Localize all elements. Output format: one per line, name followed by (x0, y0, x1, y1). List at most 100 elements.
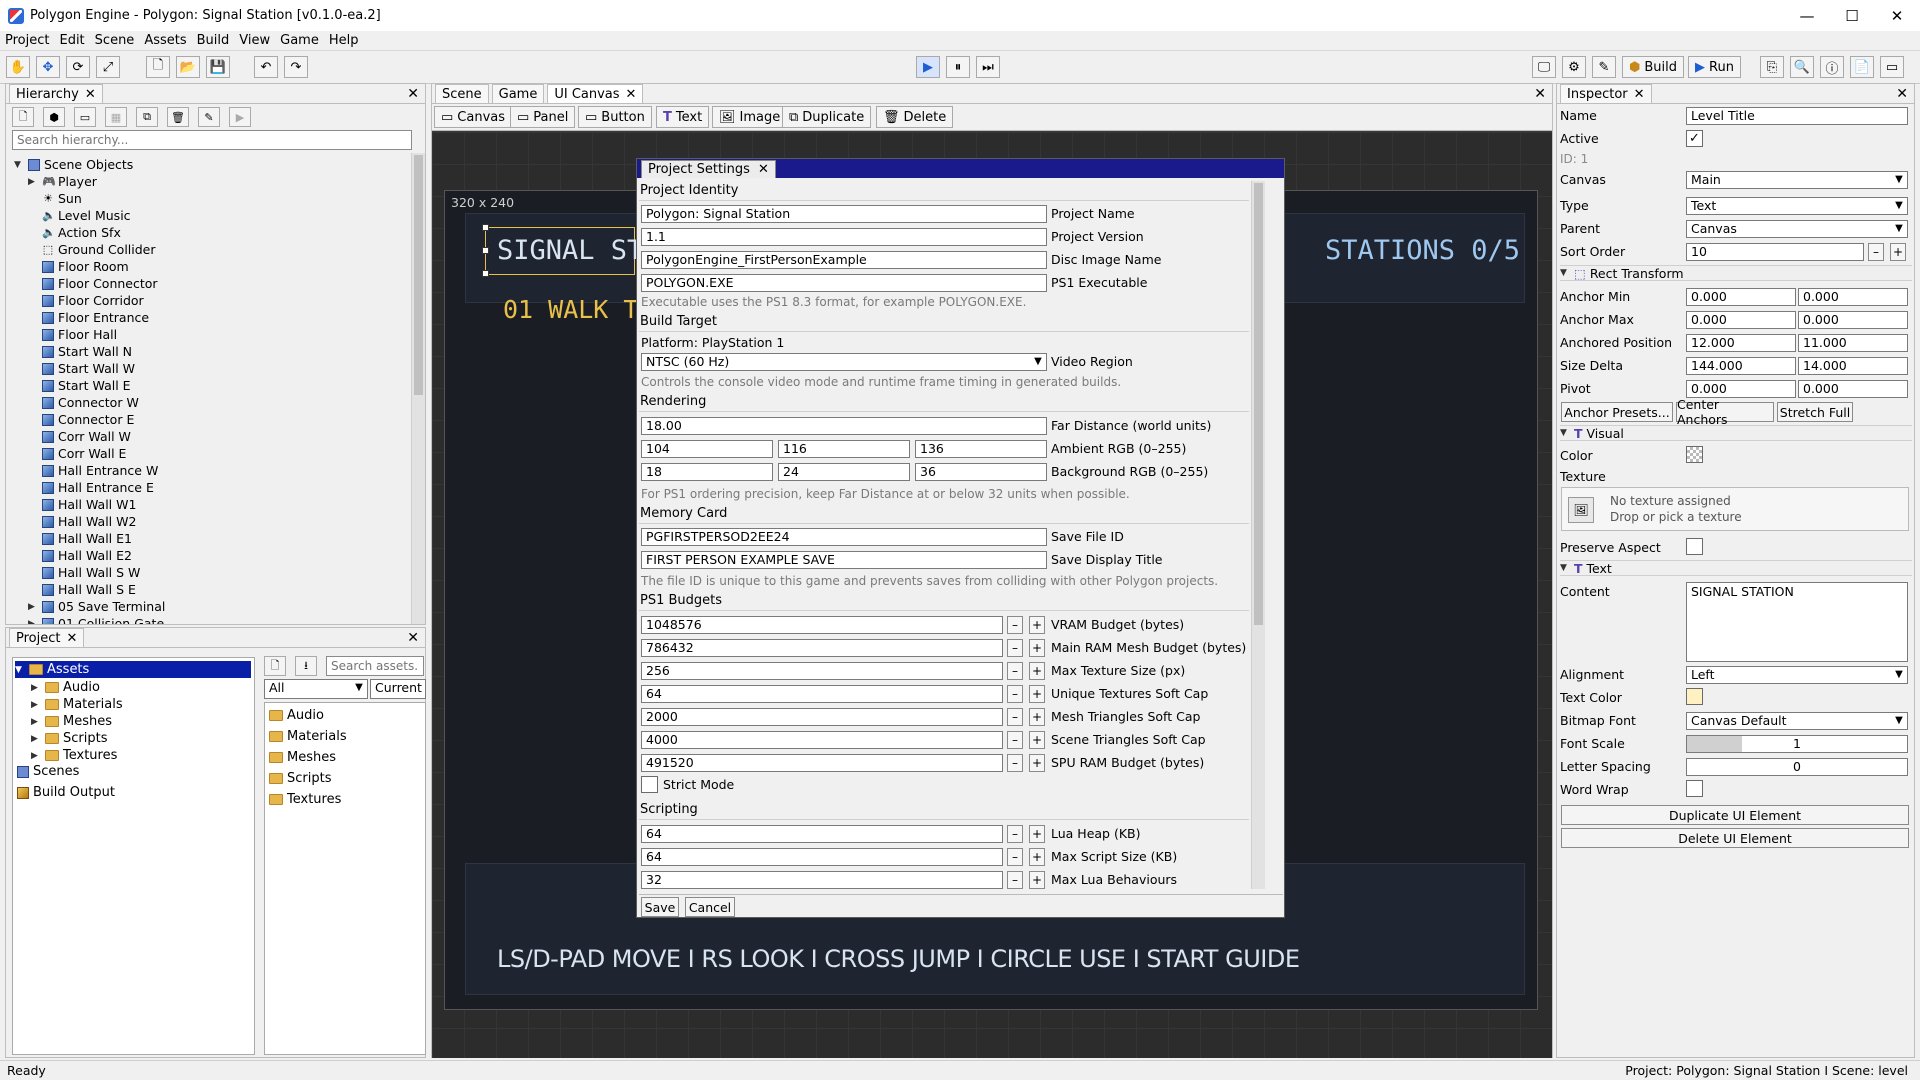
menu-help[interactable]: Help (324, 33, 364, 48)
name-input[interactable]: Level Title (1686, 107, 1908, 125)
anchored-position-y-input[interactable]: 11.000 (1798, 334, 1908, 352)
text-header[interactable]: ▼ T Text (1560, 560, 1912, 576)
tab-ui-canvas-close-icon[interactable]: ✕ (626, 87, 637, 102)
hierarchy-item[interactable]: Hall Entrance E (28, 479, 154, 496)
hand-tool-icon[interactable]: ✋ (6, 56, 30, 78)
hierarchy-item[interactable]: ▶ 05 Save Terminal (28, 598, 165, 615)
tree-folder-materials[interactable]: ▶ Materials (31, 696, 123, 713)
word-wrap-checkbox[interactable] (1686, 780, 1703, 797)
open-folder-icon[interactable]: 📂 (176, 56, 200, 78)
resize-handle[interactable] (482, 270, 489, 277)
asset-folder-meshes[interactable]: Meshes (269, 749, 336, 766)
increment-button[interactable]: + (1029, 616, 1045, 634)
hierarchy-item[interactable]: ▶ 01 Collision Gate (28, 615, 164, 624)
anchor-max-x-input[interactable]: 0.000 (1686, 311, 1796, 329)
play-icon[interactable]: ▶ (916, 56, 940, 78)
menu-project[interactable]: Project (0, 33, 54, 48)
texture-drop-zone[interactable]: 🖼 No texture assigned Drop or pick a tex… (1561, 487, 1909, 531)
import-asset-icon[interactable]: ⭳ (295, 656, 317, 676)
resize-handle[interactable] (482, 224, 489, 231)
save-display-title-input[interactable]: FIRST PERSON EXAMPLE SAVE (641, 551, 1047, 569)
inspector-tab-close-icon[interactable]: ✕ (1634, 87, 1645, 102)
hierarchy-item[interactable]: Start Wall E (28, 377, 131, 394)
text-color-swatch[interactable] (1686, 688, 1703, 705)
minimize-button[interactable]: — (1784, 0, 1830, 31)
hierarchy-item[interactable]: Connector W (28, 394, 139, 411)
tree-scenes[interactable]: Scenes (17, 763, 79, 780)
dialog-scroll-thumb[interactable] (1254, 183, 1263, 625)
increment-button[interactable]: + (1029, 848, 1045, 866)
expand-arrow-icon[interactable]: ▶ (31, 734, 41, 744)
hud-objective-text[interactable]: 01 WALK T (503, 295, 638, 324)
background-g-input[interactable]: 24 (778, 463, 910, 481)
delete-ui-element-button[interactable]: Delete UI Element (1561, 828, 1909, 848)
scale-tool-icon[interactable]: ⤢ (96, 56, 120, 78)
add-button-button[interactable]: ▭ Button (578, 106, 652, 128)
hierarchy-item[interactable]: Connector E (28, 411, 134, 428)
add-text-button[interactable]: T Text (656, 106, 710, 128)
stepper-value-input[interactable]: 2000 (641, 708, 1003, 726)
step-icon[interactable]: ⏭ (976, 56, 1000, 78)
new-asset-icon[interactable]: 🗋 (264, 656, 286, 676)
increment-button[interactable]: + (1029, 871, 1045, 889)
collapse-arrow-icon[interactable]: ▼ (1560, 563, 1570, 573)
center-panel-close-icon[interactable]: ✕ (1534, 86, 1546, 102)
decrement-button[interactable]: – (1007, 871, 1023, 889)
menu-assets[interactable]: Assets (139, 33, 191, 48)
letter-spacing-slider[interactable]: 0 (1686, 758, 1908, 776)
increment-button[interactable]: + (1029, 639, 1045, 657)
sort-order-increment[interactable]: + (1890, 243, 1906, 261)
project-panel-close-icon[interactable]: ✕ (407, 630, 419, 646)
canvas-dropdown[interactable]: Main ▼ (1686, 171, 1908, 189)
save-button[interactable]: Save (641, 897, 679, 917)
preserve-aspect-checkbox[interactable] (1686, 538, 1703, 555)
expand-arrow-icon[interactable]: ▼ (15, 665, 25, 675)
hierarchy-item[interactable]: Hall Wall S E (28, 581, 136, 598)
decrement-button[interactable]: – (1007, 662, 1023, 680)
asset-folder-materials[interactable]: Materials (269, 728, 347, 745)
increment-button[interactable]: + (1029, 685, 1045, 703)
inspector-tab[interactable]: Inspector ✕ (1560, 84, 1652, 103)
increment-button[interactable]: + (1029, 754, 1045, 772)
expand-arrow-icon[interactable]: ▶ (31, 717, 41, 727)
project-tab-close-icon[interactable]: ✕ (66, 631, 77, 646)
ambient-r-input[interactable]: 104 (641, 440, 773, 458)
stepper-value-input[interactable]: 1048576 (641, 616, 1003, 634)
stretch-full-button[interactable]: Stretch Full (1777, 402, 1853, 422)
asset-filter-dropdown[interactable]: All ▼ (264, 679, 368, 699)
pivot-y-input[interactable]: 0.000 (1798, 380, 1908, 398)
maximize-button[interactable]: ☐ (1829, 0, 1875, 31)
expand-arrow-icon[interactable]: ▼ (14, 160, 24, 170)
color-swatch[interactable] (1686, 446, 1703, 463)
ambient-g-input[interactable]: 116 (778, 440, 910, 458)
video-region-dropdown[interactable]: NTSC (60 Hz) ▼ (641, 353, 1047, 371)
tab-ui-canvas[interactable]: UI Canvas ✕ (547, 84, 644, 103)
anchor-min-x-input[interactable]: 0.000 (1686, 288, 1796, 306)
stepper-value-input[interactable]: 64 (641, 825, 1003, 843)
undo-icon[interactable]: ↶ (254, 56, 278, 78)
expand-arrow-icon[interactable]: ▶ (31, 751, 41, 761)
ambient-b-input[interactable]: 136 (915, 440, 1047, 458)
tab-scene[interactable]: Scene (435, 84, 489, 103)
stepper-value-input[interactable]: 491520 (641, 754, 1003, 772)
expand-arrow-icon[interactable]: ▶ (28, 177, 38, 187)
save-file-id-input[interactable]: PGFIRSTPERSOD2EE24 (641, 528, 1047, 546)
center-anchors-button[interactable]: Center Anchors (1676, 397, 1774, 427)
hierarchy-item[interactable]: ▶ 🎮 Player (28, 173, 97, 190)
asset-folder-textures[interactable]: Textures (269, 791, 341, 808)
project-version-input[interactable]: 1.1 (641, 228, 1047, 246)
hierarchy-item[interactable]: Hall Entrance W (28, 462, 158, 479)
pivot-x-input[interactable]: 0.000 (1686, 380, 1796, 398)
decrement-button[interactable]: – (1007, 754, 1023, 772)
increment-button[interactable]: + (1029, 825, 1045, 843)
background-r-input[interactable]: 18 (641, 463, 773, 481)
dialog-close-icon[interactable]: ✕ (758, 162, 769, 177)
sort-order-decrement[interactable]: – (1868, 243, 1884, 261)
expand-arrow-icon[interactable]: ▶ (31, 700, 41, 710)
size-delta-y-input[interactable]: 14.000 (1798, 357, 1908, 375)
tree-folder-meshes[interactable]: ▶ Meshes (31, 713, 112, 730)
decrement-button[interactable]: – (1007, 685, 1023, 703)
tree-scene-objects[interactable]: ▼ Scene Objects (14, 156, 133, 173)
hierarchy-item[interactable]: Start Wall W (28, 360, 135, 377)
info-icon[interactable]: ⓘ (1820, 56, 1844, 78)
